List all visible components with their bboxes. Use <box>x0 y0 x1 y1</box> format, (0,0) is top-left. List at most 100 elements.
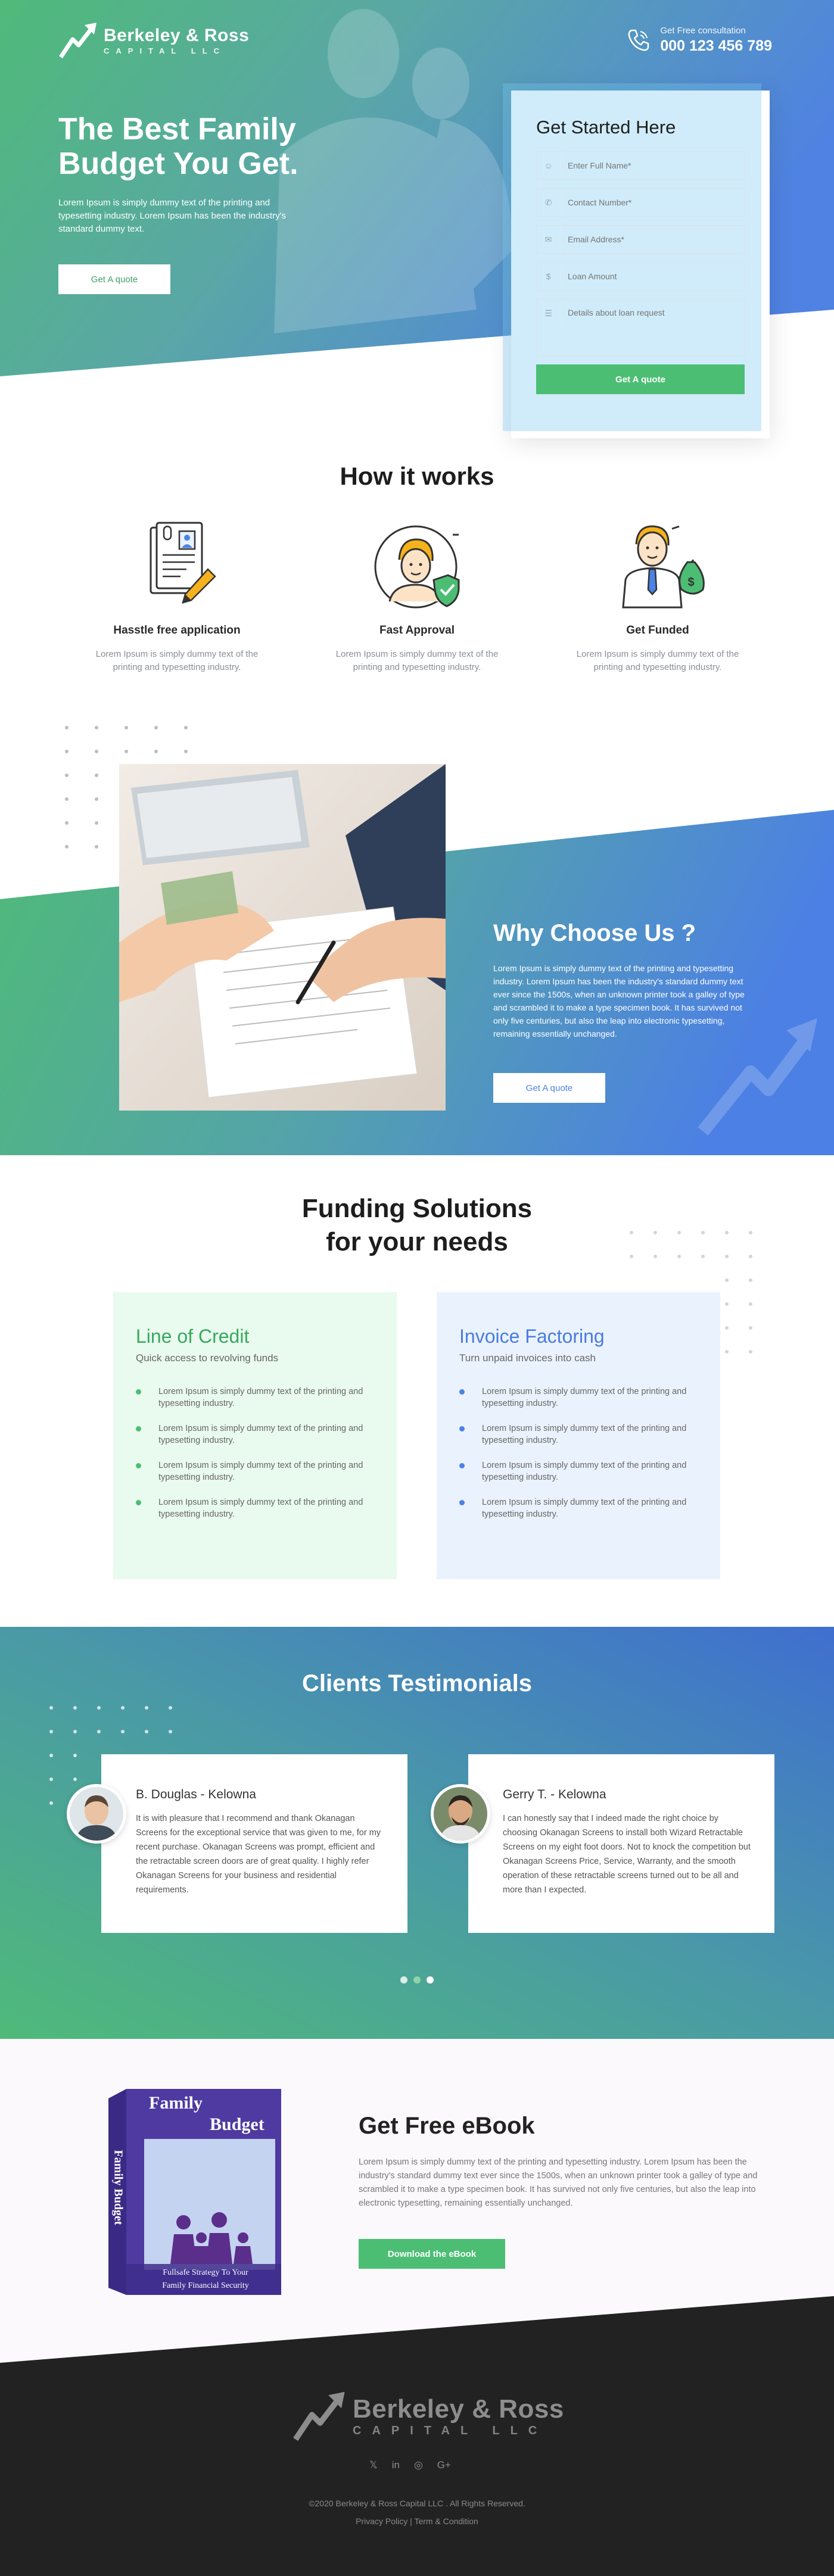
hero-title-bold1: Best Family <box>122 112 296 146</box>
step-title: Hasstle free application <box>113 624 241 637</box>
details-field: ☰ <box>536 299 745 356</box>
carousel-dot-active[interactable] <box>427 1976 434 1984</box>
avatar <box>431 1784 490 1844</box>
phone-small-icon: ✆ <box>537 189 561 216</box>
instagram-icon[interactable]: ◎ <box>414 2459 423 2471</box>
phone-icon <box>628 29 649 51</box>
email-input[interactable] <box>561 226 744 253</box>
card-title: Invoice Factoring <box>459 1326 605 1347</box>
funding-title-line2: for your needs <box>326 1227 508 1256</box>
hero-title-pre: The <box>58 112 122 146</box>
card-title: Line of Credit <box>136 1326 250 1347</box>
loan-amount-field: $ <box>536 262 745 291</box>
card-list: Lorem Ipsum is simply dummy text of the … <box>459 1386 698 1520</box>
testimonial-text: It is with pleasure that I recommend and… <box>136 1814 381 1895</box>
full-name-field: ☺ <box>536 151 745 180</box>
testimonial-name: Gerry T. - Kelowna <box>503 1788 606 1801</box>
hero-title: The Best Family Budget You Get. <box>58 112 344 181</box>
list-item: Lorem Ipsum is simply dummy text of the … <box>459 1459 698 1483</box>
step-description: Lorem Ipsum is simply dummy text of the … <box>335 649 499 672</box>
carousel-dot[interactable] <box>413 1976 421 1984</box>
contact-number-field: ✆ <box>536 188 745 217</box>
ebook-description: Lorem Ipsum is simply dummy text of the … <box>359 2157 758 2208</box>
footer-logo-subtitle: CAPITAL LLC <box>353 2424 548 2437</box>
consultation-contact[interactable]: Get Free consultation 000 123 456 789 <box>626 26 772 54</box>
card-subtitle: Quick access to revolving funds <box>136 1352 279 1364</box>
step-application: Hasstle free application Lorem Ipsum is … <box>85 518 269 674</box>
logo-arrow-icon <box>59 23 97 58</box>
ebook-cover-title2: Budget <box>210 2115 264 2134</box>
ebook-cover: Family Budget Family Budget Fullsafe Str… <box>100 2085 285 2299</box>
terms-link[interactable]: Term & Condition <box>414 2516 478 2526</box>
why-title: Why Choose Us ? <box>493 920 696 946</box>
why-quote-button[interactable]: Get A quote <box>493 1073 605 1103</box>
list-item: Lorem Ipsum is simply dummy text of the … <box>459 1386 698 1409</box>
list-item: Lorem Ipsum is simply dummy text of the … <box>459 1423 698 1446</box>
testimonial-card: Gerry T. - Kelowna I can honestly say th… <box>468 1754 774 1933</box>
ebook-title: Get Free eBook <box>359 2113 535 2139</box>
funding-title-line1: Funding Solutions <box>301 1194 533 1223</box>
list-item: Lorem Ipsum is simply dummy text of the … <box>136 1386 374 1409</box>
ebook-cover-title1: Family <box>149 2093 203 2113</box>
dollar-icon: $ <box>537 263 561 290</box>
ebook-tagline-line2: Family Financial Security <box>162 2281 249 2290</box>
application-icon <box>129 518 225 613</box>
message-icon: ☰ <box>537 300 561 327</box>
step-title: Fast Approval <box>379 624 455 637</box>
loan-amount-input[interactable] <box>561 263 744 290</box>
step-funded: $ Get Funded Lorem Ipsum is simply dummy… <box>565 518 750 674</box>
details-textarea[interactable] <box>561 300 744 355</box>
hero-title-bold2: Budget <box>58 146 166 181</box>
invoice-factoring-card: Invoice Factoring Turn unpaid invoices i… <box>437 1292 720 1579</box>
footer-links: Privacy Policy | Term & Condition <box>0 2516 834 2526</box>
privacy-policy-link[interactable]: Privacy Policy <box>356 2516 407 2526</box>
hero-quote-button[interactable]: Get A quote <box>58 264 170 294</box>
form-quote-button[interactable]: Get A quote <box>536 364 745 394</box>
funded-icon: $ <box>610 518 705 613</box>
ebook-cover-tagline: Fullsafe Strategy To Your Family Financi… <box>131 2266 280 2293</box>
copyright-text: ©2020 Berkeley & Ross Capital LLC . All … <box>309 2499 525 2508</box>
svg-text:$: $ <box>687 576 694 589</box>
avatar <box>67 1784 126 1844</box>
googleplus-icon[interactable]: G+ <box>437 2459 451 2471</box>
list-item: Lorem Ipsum is simply dummy text of the … <box>136 1496 374 1520</box>
logo-name: Berkeley & Ross <box>104 25 250 45</box>
contact-number-input[interactable] <box>561 189 744 216</box>
user-icon: ☺ <box>537 152 561 179</box>
linkedin-icon[interactable]: in <box>392 2459 400 2471</box>
card-list: Lorem Ipsum is simply dummy text of the … <box>136 1386 374 1520</box>
testimonial-card: B. Douglas - Kelowna It is with pleasure… <box>101 1754 407 1933</box>
ebook-tagline-line1: Fullsafe Strategy To Your <box>163 2268 248 2277</box>
form-title: Get Started Here <box>536 117 676 138</box>
how-it-works-title: How it works <box>340 462 494 490</box>
list-item: Lorem Ipsum is simply dummy text of the … <box>459 1496 698 1520</box>
why-photo <box>119 764 446 1111</box>
step-description: Lorem Ipsum is simply dummy text of the … <box>576 649 739 672</box>
email-field: ✉ <box>536 225 745 254</box>
footer-logo[interactable]: Berkeley & Ross CAPITAL LLC <box>292 2390 564 2443</box>
testimonials-title: Clients Testimonials <box>301 1670 532 1696</box>
ebook-cover-spine: Family Budget <box>111 2150 125 2225</box>
carousel-dot[interactable] <box>400 1976 407 1984</box>
header-logo[interactable]: Berkeley & Ross CAPITAL LLC <box>58 21 249 60</box>
testimonial-text: I can honestly say that I indeed made th… <box>503 1814 751 1895</box>
step-title: Get Funded <box>626 624 689 637</box>
download-ebook-button[interactable]: Download the eBook <box>359 2239 505 2269</box>
card-subtitle: Turn unpaid invoices into cash <box>459 1352 596 1364</box>
phone-number[interactable]: 000 123 456 789 <box>660 39 772 54</box>
logo-subtitle: CAPITAL LLC <box>104 46 226 55</box>
approval-icon <box>369 518 465 613</box>
hero-title-post: You Get. <box>165 146 298 181</box>
mail-icon: ✉ <box>537 226 561 253</box>
link-separator: | <box>407 2516 415 2526</box>
hero-description: Lorem Ipsum is simply dummy text of the … <box>58 198 286 234</box>
social-links: 𝕏 in ◎ G+ <box>369 2459 451 2471</box>
list-item: Lorem Ipsum is simply dummy text of the … <box>136 1459 374 1483</box>
why-description: Lorem Ipsum is simply dummy text of the … <box>493 963 745 1038</box>
twitter-icon[interactable]: 𝕏 <box>369 2459 378 2471</box>
step-approval: Fast Approval Lorem Ipsum is simply dumm… <box>325 518 509 674</box>
full-name-input[interactable] <box>561 152 744 179</box>
list-item: Lorem Ipsum is simply dummy text of the … <box>136 1423 374 1446</box>
footer-logo-name: Berkeley & Ross <box>353 2394 564 2424</box>
line-of-credit-card: Line of Credit Quick access to revolving… <box>113 1292 397 1579</box>
